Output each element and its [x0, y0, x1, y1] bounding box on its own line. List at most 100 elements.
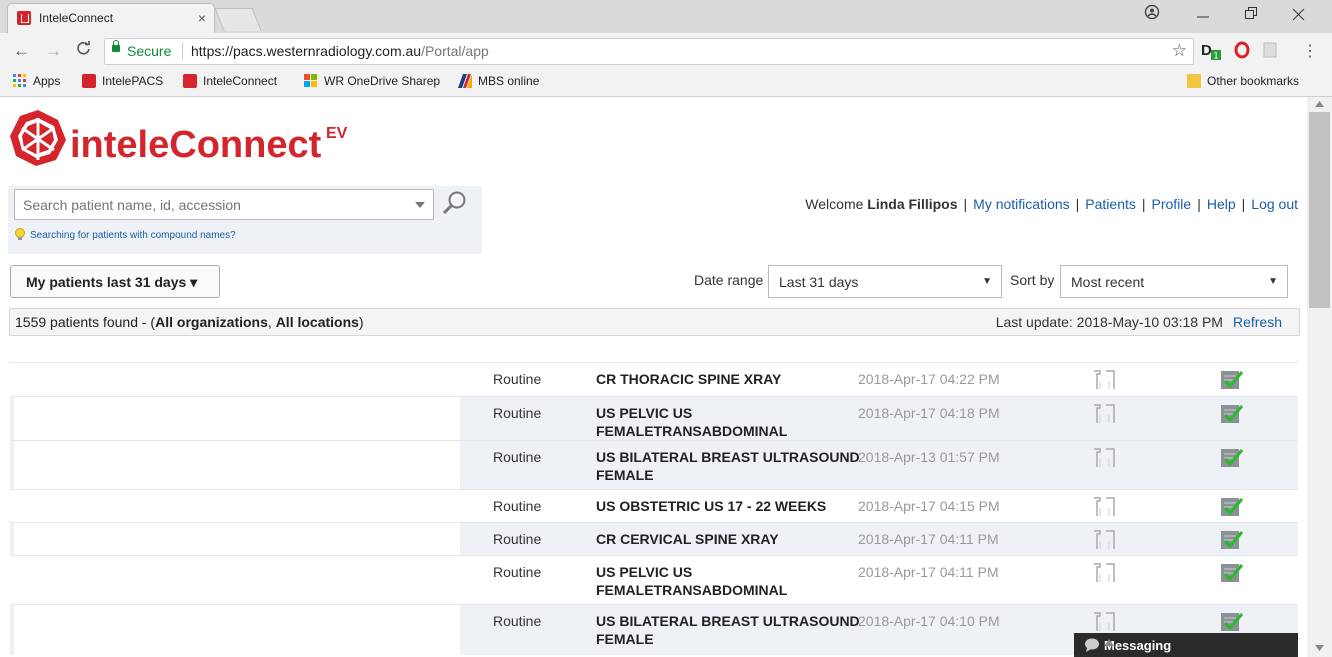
study-date-cell: 2018-Apr-13 01:57 PM — [858, 449, 1000, 465]
url-text[interactable]: https://pacs.westernradiology.com.au/Por… — [191, 43, 489, 59]
logo-text: inteleConnect — [70, 124, 322, 166]
extension-d-icon[interactable]: D1 — [1201, 40, 1221, 61]
table-row[interactable]: Routine CR THORACIC SPINE XRAY 2018-Apr-17… — [10, 362, 1298, 396]
bookmark-label: InteleConnect — [203, 74, 278, 88]
restore-icon[interactable] — [1244, 6, 1258, 27]
close-window-icon[interactable] — [1292, 6, 1306, 27]
image-viewer-icon[interactable] — [1092, 496, 1118, 521]
expand-arrow-icon[interactable] — [1104, 639, 1114, 646]
sort-by-label: Sort by — [1010, 272, 1055, 288]
bookmark-inteleconnect[interactable]: InteleConnect — [183, 74, 277, 88]
profile-icon[interactable] — [1144, 4, 1160, 25]
study-date-cell: 2018-Apr-17 04:22 PM — [858, 371, 1000, 387]
my-patients-dropdown[interactable]: My patients last 31 days ▾ — [10, 265, 220, 298]
bookmarks-bar: Apps IntelePACS InteleConnect WR OneDriv… — [0, 69, 1332, 97]
patients-link[interactable]: Patients — [1085, 196, 1136, 212]
new-tab-button[interactable] — [214, 8, 262, 31]
intelerad-icon — [82, 74, 96, 88]
url-bar[interactable]: Secure https://pacs.westernradiology.com… — [104, 38, 1194, 65]
search-dropdown-icon[interactable] — [415, 202, 425, 208]
report-checked-icon[interactable] — [1220, 369, 1246, 394]
search-hint[interactable]: Searching for patients with compound nam… — [14, 228, 236, 242]
row-indicator — [10, 605, 14, 655]
page-scrollbar[interactable] — [1307, 97, 1332, 657]
report-checked-icon[interactable] — [1220, 403, 1246, 428]
intelerad-logo-icon — [10, 110, 66, 166]
procedure-cell[interactable]: US BILATERAL BREAST ULTRASOUND FEMALE — [596, 612, 866, 648]
priority-cell: Routine — [493, 564, 542, 580]
date-range-label: Date range — [694, 272, 764, 288]
procedure-cell[interactable]: US PELVIC US FEMALETRANSABDOMINAL — [596, 563, 866, 599]
forward-arrow-icon[interactable]: → — [45, 41, 62, 61]
procedure-cell[interactable]: US OBSTETRIC US 17 - 22 WEEKS — [596, 497, 866, 515]
procedure-cell[interactable]: CR THORACIC SPINE XRAY — [596, 370, 866, 388]
procedure-cell[interactable]: CR CERVICAL SPINE XRAY — [596, 530, 866, 548]
browser-toolbar: ← → Secure https://pacs.westernradiology… — [0, 33, 1332, 69]
table-row[interactable]: Routine US PELVIC US FEMALETRANSABDOMINAL… — [10, 396, 1298, 440]
mbs-flag-icon — [458, 74, 472, 88]
bookmark-star-icon[interactable]: ☆ — [1172, 41, 1187, 61]
svg-text:D: D — [1201, 42, 1212, 59]
search-hint-link[interactable]: Searching for patients with compound nam… — [30, 230, 236, 241]
url-path: /Portal/app — [421, 43, 489, 59]
bookmark-apps[interactable]: Apps — [13, 74, 60, 88]
search-box[interactable] — [14, 189, 434, 220]
search-icon[interactable] — [442, 190, 468, 219]
lock-icon — [112, 40, 120, 52]
last-update: Last update: 2018-May-10 03:18 PM Refresh — [996, 314, 1282, 330]
reload-icon[interactable] — [76, 41, 91, 61]
welcome-text: Welcome — [805, 196, 864, 212]
browser-menu-icon[interactable]: ⋮ — [1302, 41, 1322, 61]
refresh-link[interactable]: Refresh — [1233, 314, 1282, 330]
procedure-cell[interactable]: US PELVIC US FEMALETRANSABDOMINAL — [596, 404, 866, 440]
priority-cell: Routine — [493, 405, 542, 421]
my-notifications-link[interactable]: My notifications — [973, 196, 1069, 212]
profile-link[interactable]: Profile — [1152, 196, 1192, 212]
image-viewer-icon[interactable] — [1092, 529, 1118, 554]
priority-cell: Routine — [493, 613, 542, 629]
row-indicator — [10, 441, 14, 489]
table-row[interactable]: Routine US OBSTETRIC US 17 - 22 WEEKS 2018… — [10, 489, 1298, 522]
inteleconnect-favicon-icon — [17, 11, 31, 25]
tab-close-icon[interactable]: × — [198, 10, 206, 26]
microsoft-icon — [304, 74, 317, 87]
messaging-panel[interactable]: Messaging — [1074, 633, 1298, 657]
folder-icon — [1187, 74, 1201, 88]
image-viewer-icon[interactable] — [1092, 403, 1118, 428]
bookmark-intelepacs[interactable]: IntelePACS — [82, 74, 163, 88]
bookmark-mbs-online[interactable]: MBS online — [458, 74, 539, 88]
priority-cell: Routine — [493, 449, 542, 465]
image-viewer-icon[interactable] — [1092, 447, 1118, 472]
bookmark-onedrive[interactable]: WR OneDrive Sharep — [304, 74, 440, 88]
inteleconnect-logo: inteleConnect EV — [8, 108, 368, 171]
report-checked-icon[interactable] — [1220, 447, 1246, 472]
table-row[interactable]: Routine CR CERVICAL SPINE XRAY 2018-Apr-17… — [10, 522, 1298, 555]
user-name: Linda Fillipos — [867, 196, 958, 212]
scrollbar-thumb[interactable] — [1309, 112, 1330, 308]
url-base: https://pacs.westernradiology.com.au — [191, 43, 422, 59]
table-row[interactable]: Routine US PELVIC US FEMALETRANSABDOMINAL… — [10, 555, 1298, 604]
table-row[interactable]: Routine US BILATERAL BREAST ULTRASOUND FE… — [10, 440, 1298, 489]
minimize-icon[interactable] — [1196, 6, 1210, 27]
sort-by-value: Most recent — [1071, 274, 1145, 290]
procedure-cell[interactable]: US BILATERAL BREAST ULTRASOUND FEMALE — [596, 448, 866, 484]
opera-extension-icon[interactable] — [1233, 40, 1253, 60]
other-bookmarks[interactable]: Other bookmarks — [1187, 74, 1299, 88]
image-viewer-icon[interactable] — [1092, 562, 1118, 587]
help-link[interactable]: Help — [1207, 196, 1236, 212]
last-update-text: Last update: 2018-May-10 03:18 PM — [995, 314, 1223, 330]
date-range-select[interactable]: Last 31 days ▼ — [768, 265, 1002, 298]
divider — [182, 42, 183, 60]
chat-bubble-icon — [1085, 638, 1099, 652]
pdf-extension-icon[interactable] — [1262, 40, 1282, 60]
report-checked-icon[interactable] — [1220, 562, 1246, 587]
secure-label: Secure — [127, 43, 172, 59]
patient-search-input[interactable] — [21, 196, 405, 214]
logout-link[interactable]: Log out — [1251, 196, 1298, 212]
image-viewer-icon[interactable] — [1092, 369, 1118, 394]
sort-by-select[interactable]: Most recent ▼ — [1060, 265, 1288, 298]
report-checked-icon[interactable] — [1220, 496, 1246, 521]
report-checked-icon[interactable] — [1220, 529, 1246, 554]
back-arrow-icon[interactable]: ← — [13, 41, 30, 61]
browser-tab[interactable]: InteleConnect × — [7, 3, 215, 34]
